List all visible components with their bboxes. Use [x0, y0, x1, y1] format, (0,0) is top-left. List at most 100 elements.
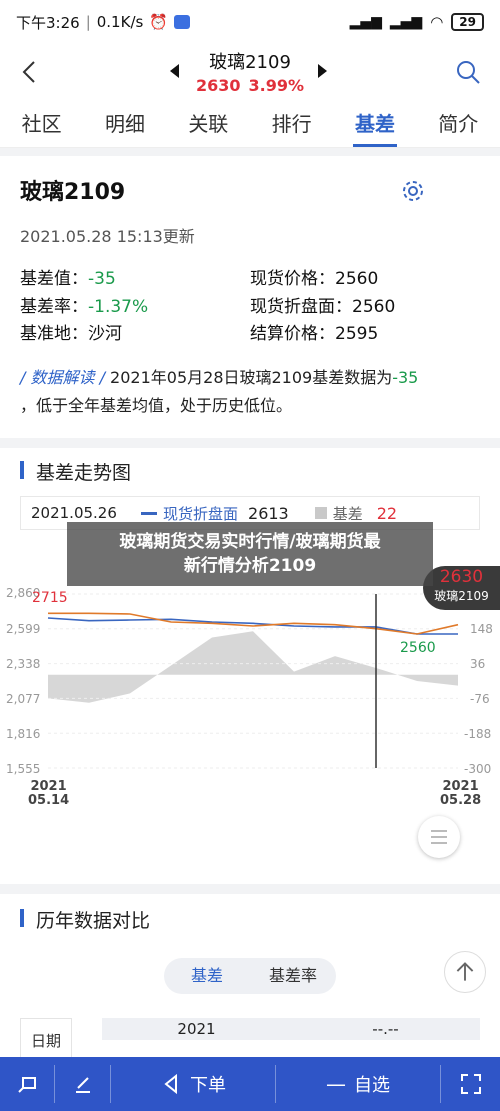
y-tick-right: 36	[470, 657, 486, 671]
year-2021-value: --.--	[372, 1020, 399, 1038]
note-value: -35	[392, 368, 419, 387]
x-start-year: 2021	[30, 779, 67, 794]
status-time: 下午3:26	[16, 13, 80, 32]
base-place-label: 基准地：	[20, 324, 88, 344]
basis-value-label: 基差值：	[20, 269, 88, 289]
order-button[interactable]: 下单	[111, 1057, 275, 1111]
seg-basis-rate[interactable]: 基差率	[250, 958, 336, 994]
y-tick-left: 2,338	[6, 657, 41, 671]
note-tag: / 数据解读 /	[20, 368, 105, 387]
note-text-2: ，低于全年基差均值，处于历史低位。	[20, 396, 293, 415]
contract-price: 2630	[195, 76, 241, 95]
tab-intro[interactable]: 简介	[417, 102, 500, 147]
note-text-1: 2021年05月28日玻璃2109基差数据为	[104, 368, 393, 387]
base-place: 沙河	[88, 324, 122, 344]
trend-section-title: 基差走势图	[20, 458, 131, 485]
base-place-row: 基准地：沙河	[20, 319, 122, 344]
history-compare-card: 历年数据对比 基差 基差率 日期 2021 --.--	[0, 894, 500, 1064]
spot-price-label: 现货价格：	[250, 269, 335, 289]
battery-icon: 29	[451, 13, 484, 31]
y-tick-right: 148	[470, 622, 493, 636]
basis-rate-row: 基差率：-1.37%	[20, 292, 148, 317]
y-tick-right: -188	[464, 727, 492, 741]
series-area-basis	[48, 631, 458, 703]
basis-toggle: 基差 基差率	[164, 958, 336, 994]
tab-basis[interactable]: 基差	[333, 102, 416, 147]
next-contract-icon[interactable]	[318, 64, 327, 78]
watchlist-button[interactable]: — 自选	[276, 1057, 440, 1111]
nav-header: 玻璃2109 2630 3.99%	[0, 44, 500, 102]
y-tick-right: -76	[470, 692, 490, 706]
info-title: 玻璃2109	[20, 180, 126, 205]
info-updated: 2021.05.28 15:13更新	[20, 227, 195, 246]
x-end-label: 2021 05.28	[440, 780, 481, 808]
tab-related[interactable]: 关联	[167, 102, 250, 147]
x-start-date: 05.14	[28, 793, 70, 808]
spot-disk-row: 现货折盘面：2560	[250, 292, 395, 317]
alarm-icon: ⏰	[149, 13, 168, 31]
legend-spot-swatch	[141, 511, 157, 515]
history-section-title: 历年数据对比	[20, 906, 150, 933]
y-tick-left: 1,555	[6, 762, 41, 776]
spot-price-row: 现货价格：2560	[250, 264, 378, 289]
seg-basis[interactable]: 基差	[164, 958, 250, 994]
last-spot-label: 2560	[400, 640, 436, 656]
order-icon	[164, 1073, 177, 1095]
x-end-year: 2021	[442, 779, 479, 794]
high-price-label: 2715	[32, 590, 68, 606]
settle-price: 2595	[335, 324, 379, 344]
headline-overlay: 玻璃期货交易实时行情/玻璃期货最 新行情分析2109	[67, 522, 433, 586]
data-interpretation: / 数据解读 / 2021年05月28日玻璃2109基差数据为-35 ，低于全年基…	[20, 364, 480, 420]
legend-basis-label: 基差	[332, 504, 363, 523]
contract-change: 3.99%	[248, 76, 305, 95]
basis-value-row: 基差值：-35	[20, 264, 116, 289]
minus-icon: —	[326, 1072, 346, 1096]
y-tick-left: 2,599	[6, 622, 41, 636]
bubble-name: 玻璃2109	[434, 589, 489, 603]
x-end-date: 05.28	[440, 793, 482, 808]
overlay-line-1: 玻璃期货交易实时行情/玻璃期货最	[119, 532, 381, 552]
basis-value: -35	[88, 269, 116, 289]
bottom-action-bar: 下单 — 自选	[0, 1057, 500, 1111]
spot-price: 2560	[335, 269, 379, 289]
tab-details[interactable]: 明细	[83, 102, 166, 147]
search-icon[interactable]	[454, 58, 482, 86]
year-2021: 2021	[177, 1020, 216, 1038]
spot-disk: 2560	[352, 297, 396, 317]
app-notification-icon	[174, 15, 190, 29]
drag-handle-icon	[431, 830, 447, 844]
arrow-up-icon[interactable]	[444, 951, 486, 993]
draw-icon[interactable]	[55, 1057, 110, 1111]
y-tick-left: 2,077	[6, 692, 41, 706]
legend-basis-value: 22	[376, 503, 398, 523]
price-bubble: 2630 玻璃2109	[423, 566, 500, 610]
status-bar: 下午3:26 | 0.1K/s ⏰ ▂▄▆ ▂▄▆ ◠ 29	[0, 0, 500, 44]
legend-date: 2021.05.26	[31, 504, 117, 522]
fullscreen-icon[interactable]	[441, 1057, 500, 1111]
tab-ranking[interactable]: 排行	[250, 102, 333, 147]
overlay-line-2: 新行情分析2109	[183, 556, 317, 576]
basis-trend-chart[interactable]	[0, 584, 500, 774]
signal-icon: ▂▄▆	[349, 14, 382, 30]
network-speed: 0.1K/s	[96, 13, 144, 31]
watch-label: 自选	[354, 1075, 390, 1096]
tab-community[interactable]: 社区	[0, 102, 83, 147]
range-slider-handle[interactable]	[418, 816, 460, 858]
bubble-price: 2630	[439, 567, 484, 587]
contract-title: 玻璃2109	[209, 52, 291, 73]
gear-icon[interactable]	[398, 176, 428, 206]
y-tick-right: -300	[464, 762, 492, 776]
basis-rate-label: 基差率：	[20, 297, 88, 317]
year-header-row: 2021 --.--	[102, 1018, 480, 1040]
basis-rate: -1.37%	[88, 297, 149, 317]
comment-icon[interactable]	[0, 1057, 54, 1111]
legend-basis-swatch	[314, 507, 327, 519]
tab-bar: 社区 明细 关联 排行 基差 简介	[0, 102, 500, 148]
legend-spot-value: 2613	[248, 503, 289, 523]
y-tick-left: 1,816	[6, 727, 41, 741]
x-start-label: 2021 05.14	[28, 780, 69, 808]
wifi-icon: ◠	[430, 13, 444, 31]
legend-spot-label: 现货折盘面	[163, 504, 239, 523]
signal-icon-2: ▂▄▆	[389, 14, 423, 30]
spot-disk-label: 现货折盘面：	[250, 297, 352, 317]
